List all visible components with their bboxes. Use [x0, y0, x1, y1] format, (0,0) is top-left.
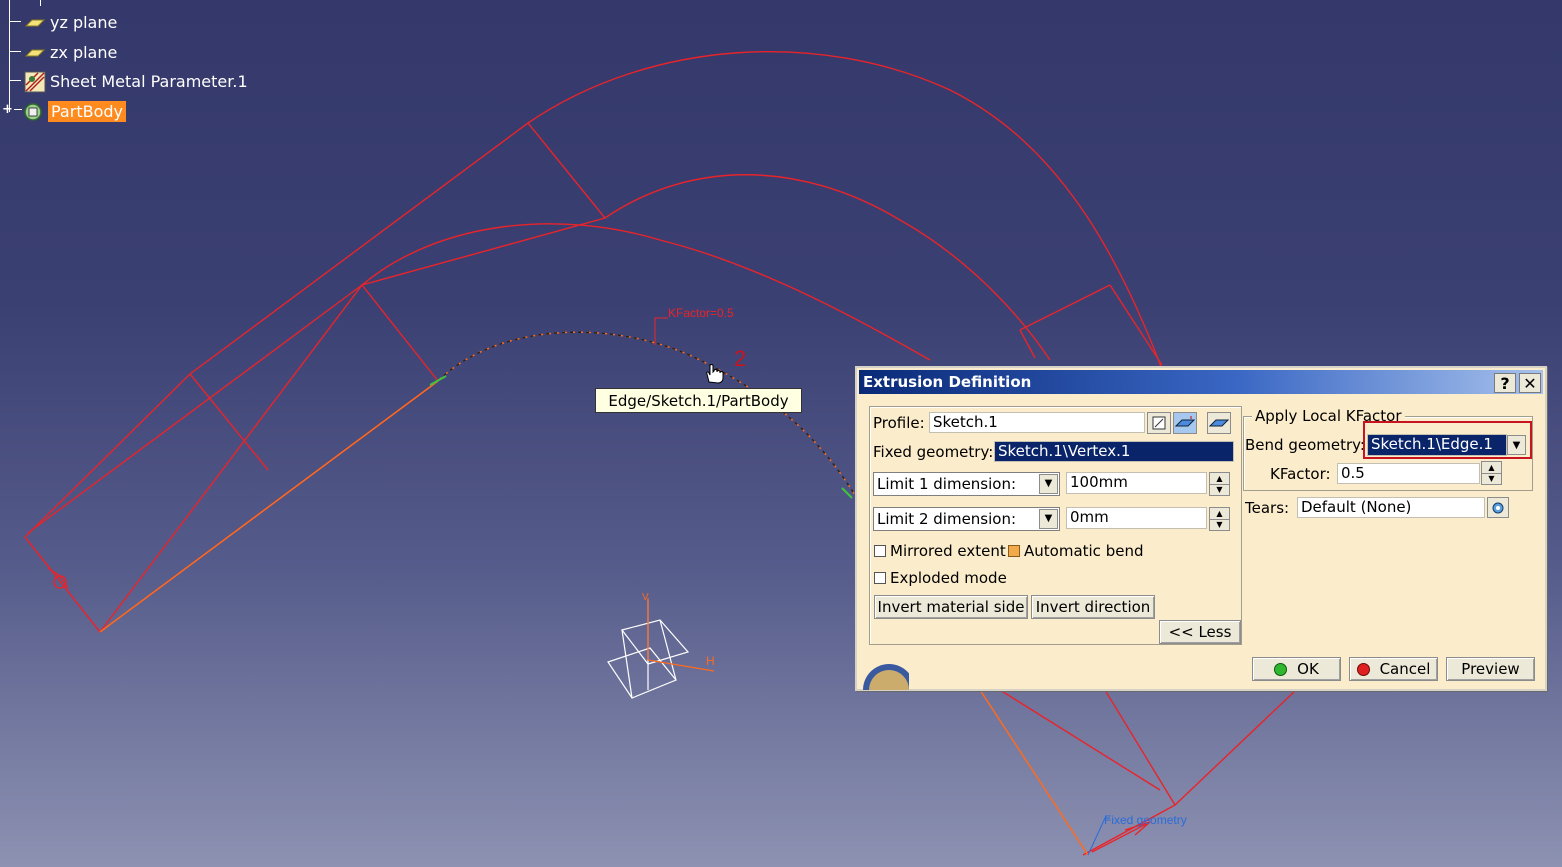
plane-icon [24, 42, 46, 62]
sketch-line-lower [979, 689, 1089, 856]
tree-item-zx-plane[interactable]: zx plane [24, 40, 117, 64]
less-button[interactable]: << Less [1159, 620, 1241, 644]
dialog-titlebar[interactable]: Extrusion Definition ? ✕ [859, 370, 1543, 394]
flange-line [189, 373, 269, 471]
mirrored-extent-checkbox[interactable] [874, 545, 886, 557]
sketch-edge-selected [437, 331, 856, 496]
tears-label: Tears: [1245, 499, 1290, 517]
sketch-edit-icon[interactable] [1147, 412, 1171, 434]
exploded-mode-checkbox[interactable] [874, 572, 886, 584]
lower-flange [1104, 689, 1297, 807]
ok-button[interactable]: OK [1252, 657, 1341, 681]
limit1-spinner[interactable]: ▲ ▼ [1209, 472, 1230, 496]
invert-material-side-button[interactable]: Invert material side [874, 595, 1028, 619]
expand-icon[interactable]: + [2, 103, 13, 116]
bend-line [1019, 284, 1111, 331]
flange-edge [24, 536, 101, 633]
limit1-value-field[interactable]: 100mm [1066, 472, 1207, 494]
bend-arc-outer [527, 51, 1181, 421]
tears-options-icon[interactable] [1487, 497, 1509, 518]
cancel-icon [1356, 662, 1370, 676]
flange-line [27, 284, 363, 534]
bend-geometry-label: Bend geometry: [1245, 436, 1365, 454]
tooltip: Edge/Sketch.1/PartBody [595, 388, 802, 413]
limit1-type-select[interactable]: Limit 1 dimension: ▼ [873, 472, 1060, 496]
limit2-type-select[interactable]: Limit 2 dimension: ▼ [873, 507, 1060, 531]
invert-direction-button[interactable]: Invert direction [1031, 595, 1155, 619]
kfactor-annotation: KFactor=0.5 [668, 306, 734, 320]
dialog-title: Extrusion Definition [863, 373, 1032, 391]
limit2-value-field[interactable]: 0mm [1066, 507, 1207, 529]
ok-icon [1274, 662, 1288, 676]
tree-item-sheet-metal-parameter[interactable]: Sheet Metal Parameter.1 [24, 69, 248, 93]
profile-field[interactable]: Sketch.1 [929, 412, 1145, 433]
callout-highlight-box [1363, 421, 1532, 459]
mirrored-extent-label: Mirrored extent [890, 542, 1006, 560]
bend-arc-inner [361, 223, 931, 361]
sketch-edge-overlay [437, 331, 856, 496]
hand-cursor-icon [706, 364, 724, 384]
tree-item-partbody[interactable]: PartBody [22, 99, 126, 123]
limit2-spinner[interactable]: ▲ ▼ [1209, 507, 1230, 531]
fixed-geometry-label: Fixed geometry: [873, 443, 994, 461]
automatic-bend-label: Automatic bend [1024, 542, 1144, 560]
automatic-bend-checkbox[interactable] [1008, 545, 1020, 557]
chevron-down-icon[interactable]: ▼ [1039, 474, 1058, 494]
extrude-both-icon[interactable] [1207, 412, 1231, 434]
bend-arc-mid [604, 174, 1051, 361]
help-button[interactable]: ? [1494, 373, 1516, 393]
flange-outline [24, 122, 607, 634]
kfactor-field[interactable]: 0.5 [1337, 463, 1480, 484]
cancel-button[interactable]: Cancel [1349, 657, 1438, 681]
tree-item-yz-plane[interactable]: yz plane [24, 10, 117, 34]
extrusion-definition-dialog: Extrusion Definition ? ✕ Profile: Sketch… [855, 366, 1547, 691]
plane-icon [24, 12, 46, 32]
extrude-direction-icon[interactable] [1173, 412, 1197, 434]
kfactor-label: KFactor: [1270, 465, 1331, 483]
close-button[interactable]: ✕ [1519, 373, 1541, 393]
fixed-geometry-field[interactable]: Sketch.1\Vertex.1 [994, 441, 1234, 462]
profile-label: Profile: [873, 414, 925, 432]
specification-tree: yz plane zx plane Sheet Metal Parameter.… [0, 0, 260, 130]
flange-line [361, 284, 439, 382]
bend-line [1109, 284, 1163, 366]
sketch-line [99, 380, 439, 633]
catia-logo-icon [863, 664, 909, 690]
axis-v-label: V [642, 592, 649, 603]
callout-marker-2: 2 [734, 346, 747, 371]
fixed-geometry-annotation: Fixed geometry [1104, 813, 1187, 827]
kfactor-spinner[interactable]: ▲ ▼ [1481, 461, 1502, 485]
tears-field[interactable]: Default (None) [1297, 497, 1485, 518]
exploded-mode-label: Exploded mode [890, 569, 1007, 587]
preview-button[interactable]: Preview [1446, 657, 1535, 681]
bend-line [1019, 329, 1036, 359]
sheet-metal-parameter-icon [24, 71, 46, 93]
partbody-icon [22, 101, 44, 121]
kfactor-leader [654, 317, 668, 345]
chevron-down-icon[interactable]: ▼ [1039, 509, 1058, 529]
axis-h-label: H [706, 654, 715, 668]
